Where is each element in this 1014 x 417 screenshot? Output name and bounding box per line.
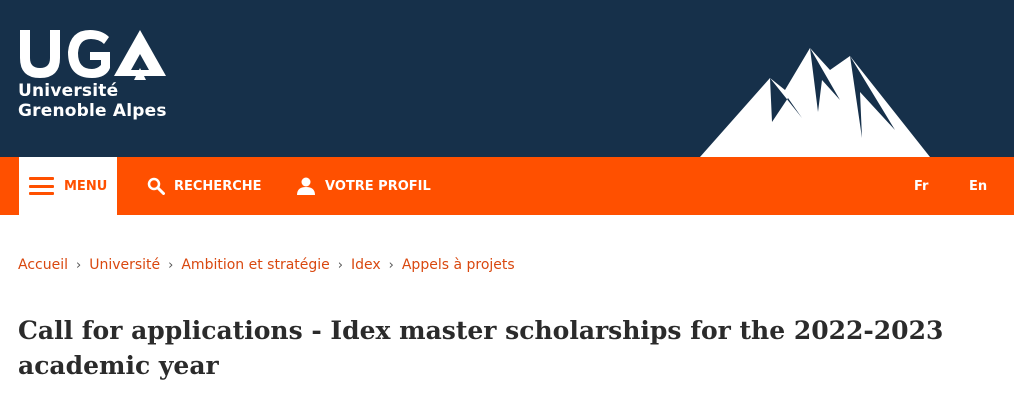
chevron-right-icon: › bbox=[337, 257, 343, 273]
search-button[interactable]: RECHERCHE bbox=[147, 157, 262, 215]
chevron-right-icon: › bbox=[168, 257, 174, 273]
breadcrumb: Accueil › Université › Ambition et strat… bbox=[18, 256, 515, 274]
chevron-right-icon: › bbox=[76, 257, 82, 273]
language-en-link[interactable]: En bbox=[969, 157, 987, 215]
breadcrumb-item-accueil[interactable]: Accueil bbox=[18, 257, 68, 273]
menu-label: MENU bbox=[64, 178, 108, 194]
search-label: RECHERCHE bbox=[174, 178, 262, 194]
mountain-icon bbox=[700, 48, 930, 157]
logo-line-1: Université bbox=[18, 81, 119, 101]
chevron-right-icon: › bbox=[388, 257, 394, 273]
hamburger-icon bbox=[29, 177, 54, 195]
menu-button[interactable]: MENU bbox=[19, 157, 117, 215]
page-title: Call for applications - Idex master scho… bbox=[18, 316, 944, 380]
site-header: Université Grenoble Alpes bbox=[0, 0, 1014, 157]
search-icon bbox=[147, 177, 165, 195]
breadcrumb-item-universite[interactable]: Université bbox=[89, 257, 160, 273]
breadcrumb-item-ambition[interactable]: Ambition et stratégie bbox=[181, 257, 329, 273]
profile-button[interactable]: VOTRE PROFIL bbox=[296, 157, 431, 215]
language-fr-link[interactable]: Fr bbox=[914, 157, 928, 215]
uga-logo[interactable]: Université Grenoble Alpes bbox=[18, 28, 178, 128]
breadcrumb-item-appels[interactable]: Appels à projets bbox=[402, 257, 515, 273]
user-icon bbox=[297, 177, 315, 195]
logo-line-2: Grenoble Alpes bbox=[18, 101, 167, 121]
uga-logo-mark bbox=[20, 30, 166, 80]
profile-label: VOTRE PROFIL bbox=[325, 178, 431, 194]
breadcrumb-item-idex[interactable]: Idex bbox=[351, 257, 381, 273]
main-navbar: MENU RECHERCHE VOTRE PROFIL Fr En bbox=[0, 157, 1014, 215]
